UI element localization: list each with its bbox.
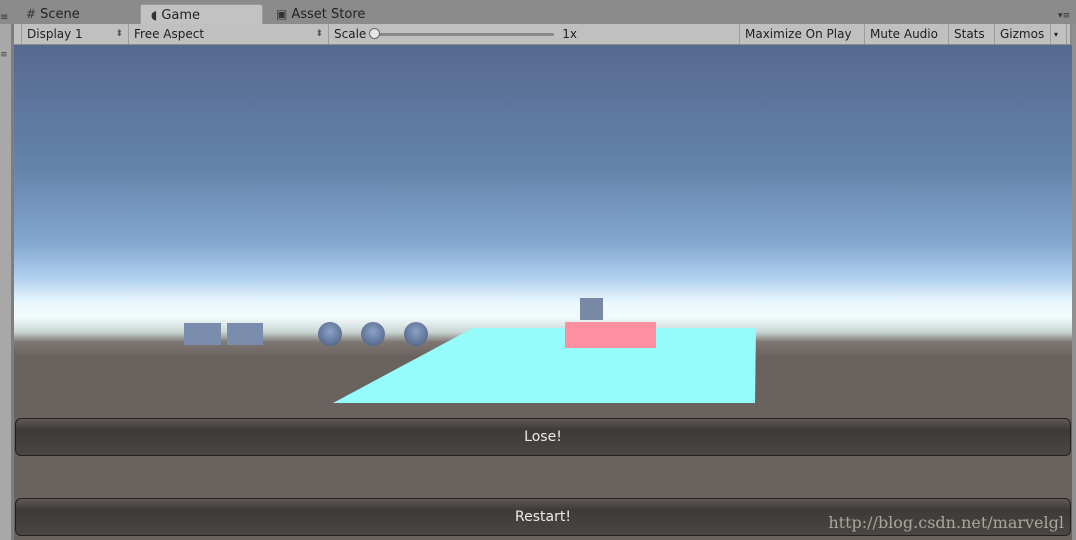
grey-cube xyxy=(227,323,263,345)
scale-slider-knob[interactable] xyxy=(369,27,381,39)
grid-icon: # xyxy=(26,7,37,21)
tab-game[interactable]: ◖ Game xyxy=(140,4,263,25)
restart-label: Restart! xyxy=(515,509,571,525)
editor-tab-bar: ≡ # Scene ◖ Game ▣ Asset Store ▾≡ xyxy=(0,0,1076,25)
tab-label: Game xyxy=(161,7,201,23)
lose-button[interactable]: Lose! xyxy=(15,418,1071,456)
pink-block xyxy=(565,322,656,348)
scale-value: 1x xyxy=(562,27,578,41)
panel-options-icon[interactable]: ▾≡ xyxy=(1058,11,1070,21)
gizmos-dropdown-arrow-icon[interactable]: ▾ xyxy=(1051,24,1067,44)
maximize-label: Maximize On Play xyxy=(745,27,852,41)
right-panel-edge xyxy=(1072,24,1076,540)
tab-label: Scene xyxy=(40,6,80,22)
aspect-dropdown[interactable]: Free Aspect ⬍ xyxy=(129,24,329,44)
tab-asset-store[interactable]: ▣ Asset Store xyxy=(276,4,365,24)
display-dropdown[interactable]: Display 1 ⬍ xyxy=(22,24,129,44)
menu-icon[interactable]: ≡ xyxy=(0,12,8,23)
scale-control: Scale 1x xyxy=(329,24,740,44)
game-scene xyxy=(184,298,756,403)
grey-sphere xyxy=(318,322,342,346)
cyan-platform xyxy=(333,328,756,403)
grey-sphere xyxy=(361,322,385,346)
game-viewport[interactable]: Lose! Restart! http://blog.csdn.net/marv… xyxy=(14,45,1072,540)
tab-label: Asset Store xyxy=(291,6,366,22)
toolbar-spacer xyxy=(14,24,22,44)
lose-label: Lose! xyxy=(524,429,562,445)
pacman-icon: ◖ xyxy=(151,8,158,22)
gizmos-label: Gizmos xyxy=(1000,27,1045,41)
gizmos-toggle[interactable]: Gizmos xyxy=(995,24,1051,44)
updown-arrows-icon: ⬍ xyxy=(315,29,323,39)
maximize-on-play-toggle[interactable]: Maximize On Play xyxy=(740,24,865,44)
watermark: http://blog.csdn.net/marvelgl xyxy=(828,513,1064,532)
scale-slider[interactable] xyxy=(369,27,555,39)
stats-toggle[interactable]: Stats xyxy=(949,24,995,44)
mute-label: Mute Audio xyxy=(870,27,938,41)
display-label: Display 1 xyxy=(27,27,83,41)
grey-sphere xyxy=(404,322,428,346)
scale-label: Scale xyxy=(334,27,367,41)
stats-label: Stats xyxy=(954,27,985,41)
mute-audio-toggle[interactable]: Mute Audio xyxy=(865,24,949,44)
left-panel-edge: ≡ xyxy=(0,24,14,540)
bag-icon: ▣ xyxy=(276,7,288,21)
game-toolbar: Display 1 ⬍ Free Aspect ⬍ Scale 1x Maxim… xyxy=(14,24,1070,45)
updown-arrows-icon: ⬍ xyxy=(115,29,123,39)
menu-icon[interactable]: ≡ xyxy=(0,50,8,60)
grey-cube xyxy=(184,323,221,345)
aspect-label: Free Aspect xyxy=(134,27,205,41)
small-grey-cube xyxy=(580,298,603,320)
tab-scene[interactable]: # Scene xyxy=(26,4,80,24)
